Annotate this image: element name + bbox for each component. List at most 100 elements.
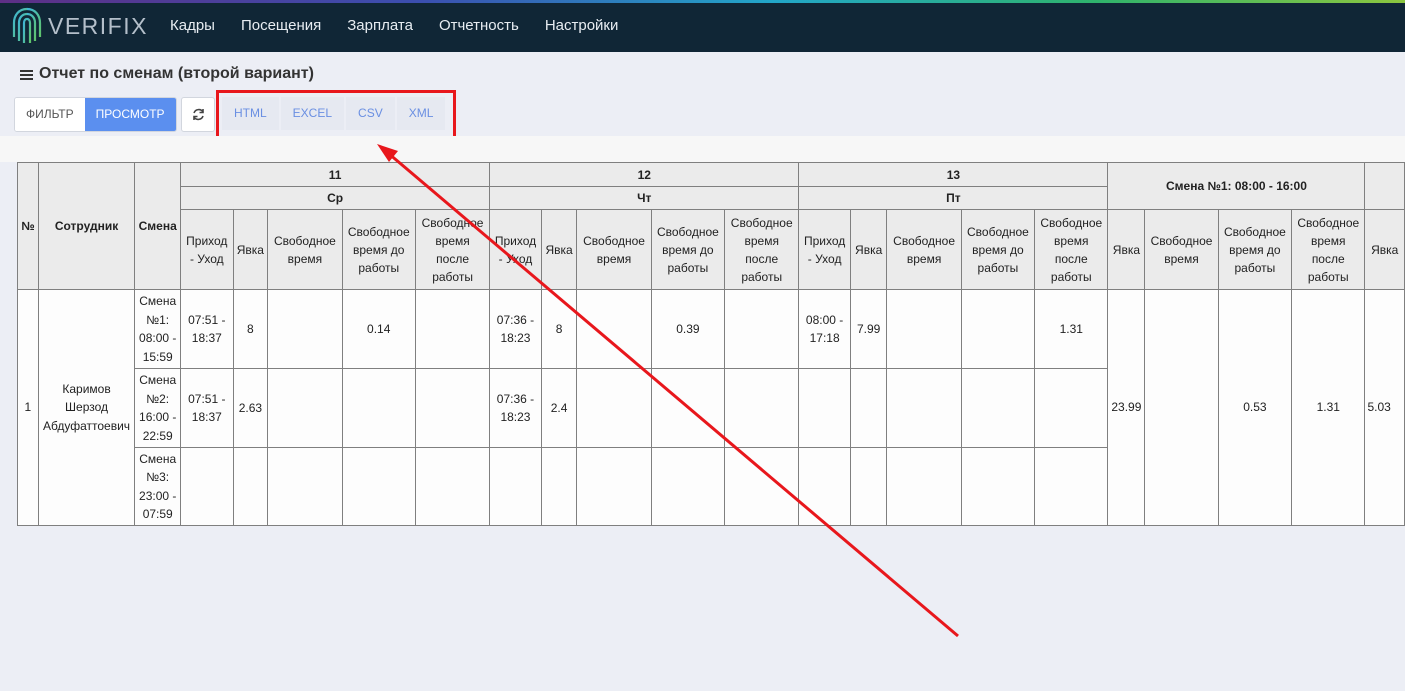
header-employee: Сотрудник — [37, 162, 136, 290]
cell-free-after — [414, 447, 491, 526]
header-summary-free-before: Свободное время до работы — [1217, 209, 1293, 290]
cell-employee-name: Каримов Шерзод Абдуфаттоевич — [37, 289, 136, 526]
cell-free-after — [414, 368, 491, 448]
cell-free-time — [886, 289, 962, 369]
cell-in-out — [180, 447, 234, 526]
cell-in-out: 07:36 - 18:23 — [489, 289, 542, 369]
cell-in-out: 07:51 - 18:37 — [180, 368, 234, 448]
mode-toggle: ФИЛЬТР ПРОСМОТР — [14, 97, 177, 132]
brand-name[interactable]: VERIFIX — [48, 13, 148, 40]
cell-free-after — [724, 368, 800, 448]
cell-free-time — [886, 447, 962, 526]
cell-attendance — [540, 447, 578, 526]
main-nav: Кадры Посещения Зарплата Отчетность Наст… — [170, 17, 644, 34]
cell-free-time — [576, 368, 652, 448]
cell-attendance — [849, 368, 888, 448]
cell-free-time — [267, 289, 343, 369]
header-free-before: Свободное время до работы — [341, 209, 416, 290]
nav-item-reports[interactable]: Отчетность — [439, 17, 519, 34]
cell-free-before — [650, 368, 726, 448]
cell-free-before — [341, 368, 416, 448]
header-next — [1364, 162, 1405, 210]
annotation-highlight-box — [216, 90, 456, 140]
header-weekday: Чт — [489, 186, 800, 210]
header-free-after: Свободное время после работы — [1034, 209, 1109, 290]
header-free-time: Свободное время — [886, 209, 962, 290]
cell-free-before: 0.14 — [341, 289, 416, 369]
cell-summary-free-after: 1.31 — [1291, 289, 1366, 526]
cell-free-time — [576, 289, 652, 369]
nav-item-settings[interactable]: Настройки — [545, 17, 619, 34]
header-attendance: Явка — [232, 209, 269, 290]
header-summary-attendance: Явка — [1107, 209, 1146, 290]
header-free-before: Свободное время до работы — [960, 209, 1036, 290]
filter-button[interactable]: ФИЛЬТР — [15, 98, 85, 131]
cell-free-before — [960, 368, 1036, 448]
content-area: Отчет по сменам (второй вариант) ФИЛЬТР … — [0, 52, 1405, 691]
cell-attendance: 2.63 — [232, 368, 269, 448]
cell-free-after — [1034, 368, 1109, 448]
header-summary-free-time: Свободное время — [1144, 209, 1219, 290]
top-navbar: VERIFIX Кадры Посещения Зарплата Отчетно… — [0, 0, 1405, 52]
report-table-container: № Сотрудник Смена 11 12 13 Смена №1: 08:… — [17, 162, 1405, 526]
nav-item-staff[interactable]: Кадры — [170, 17, 215, 34]
report-panel-header — [0, 136, 1405, 162]
cell-attendance — [849, 447, 888, 526]
cell-free-before — [960, 447, 1036, 526]
header-summary-shift: Смена №1: 08:00 - 16:00 — [1107, 162, 1366, 210]
cell-free-after — [414, 289, 491, 369]
header-attendance: Явка — [849, 209, 888, 290]
nav-item-attendance[interactable]: Посещения — [241, 17, 321, 34]
cell-attendance: 8 — [540, 289, 578, 369]
cell-free-before — [960, 289, 1036, 369]
cell-free-after — [724, 289, 800, 369]
header-free-time: Свободное время — [576, 209, 652, 290]
header-attendance: Явка — [540, 209, 578, 290]
header-free-before: Свободное время до работы — [650, 209, 726, 290]
cell-next-attendance: 5.03 — [1364, 289, 1405, 526]
cell-free-time — [267, 447, 343, 526]
cell-free-after — [1034, 447, 1109, 526]
header-day-number: 11 — [180, 162, 491, 187]
cell-summary-free-before: 0.53 — [1217, 289, 1293, 526]
page-title-text: Отчет по сменам (второй вариант) — [39, 65, 314, 82]
header-summary-free-after: Свободное время после работы — [1291, 209, 1366, 290]
cell-free-before — [341, 447, 416, 526]
report-table: № Сотрудник Смена 11 12 13 Смена №1: 08:… — [17, 162, 1405, 526]
cell-attendance: 8 — [232, 289, 269, 369]
header-in-out: Приход - Уход — [798, 209, 851, 290]
cell-free-after: 1.31 — [1034, 289, 1109, 369]
header-next-attendance: Явка — [1364, 209, 1405, 290]
refresh-button[interactable] — [181, 97, 215, 132]
cell-attendance — [232, 447, 269, 526]
header-free-after: Свободное время после работы — [724, 209, 800, 290]
header-free-time: Свободное время — [267, 209, 343, 290]
cell-in-out: 08:00 - 17:18 — [798, 289, 851, 369]
header-weekday: Ср — [180, 186, 491, 210]
header-day-number: 13 — [798, 162, 1109, 187]
cell-summary-free-time — [1144, 289, 1219, 526]
cell-summary-attendance: 23.99 — [1107, 289, 1146, 526]
cell-free-time — [267, 368, 343, 448]
cell-in-out — [798, 368, 851, 448]
cell-free-before — [650, 447, 726, 526]
brand-stripe — [0, 0, 1405, 3]
header-shift: Смена — [134, 162, 182, 290]
cell-free-before: 0.39 — [650, 289, 726, 369]
header-number: № — [17, 162, 39, 290]
cell-attendance: 7.99 — [849, 289, 888, 369]
cell-free-after — [724, 447, 800, 526]
header-in-out: Приход - Уход — [180, 209, 234, 290]
cell-shift-name: Смена №2: 16:00 - 22:59 — [134, 368, 182, 448]
cell-row-number: 1 — [17, 289, 39, 526]
nav-item-salary[interactable]: Зарплата — [347, 17, 413, 34]
cell-in-out: 07:51 - 18:37 — [180, 289, 234, 369]
cell-free-time — [886, 368, 962, 448]
header-weekday: Пт — [798, 186, 1109, 210]
view-button[interactable]: ПРОСМОТР — [84, 98, 176, 131]
menu-icon[interactable] — [20, 69, 34, 80]
refresh-icon — [192, 108, 204, 121]
cell-attendance: 2.4 — [540, 368, 578, 448]
cell-shift-name: Смена №3: 23:00 - 07:59 — [134, 447, 182, 526]
cell-in-out — [798, 447, 851, 526]
